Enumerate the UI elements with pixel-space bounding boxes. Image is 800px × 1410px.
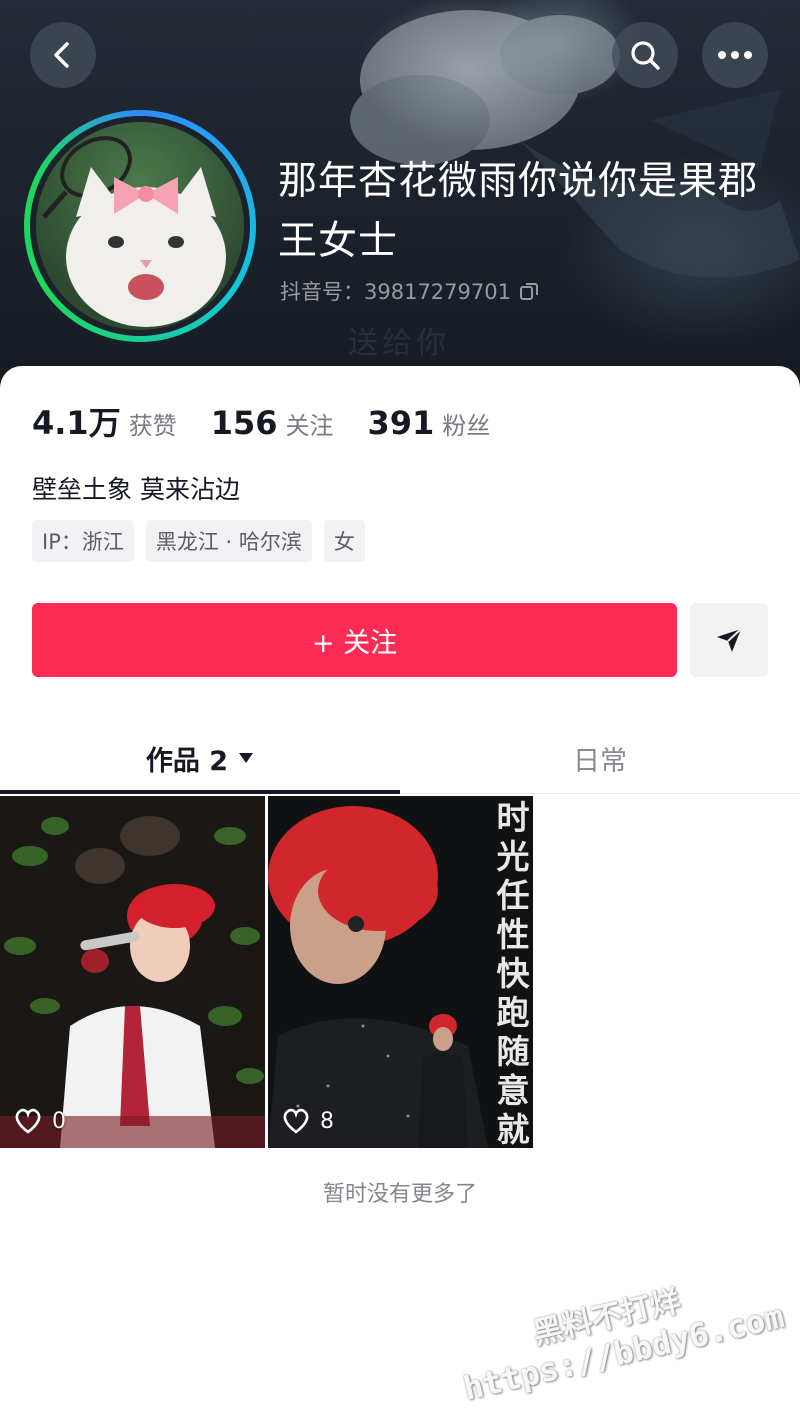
stat-likes-value: 4.1万 [32,404,121,442]
city-tag: 黑龙江 · 哈尔滨 [145,520,312,562]
video-grid: 0 时光任性快跑随意就转 [0,796,800,1148]
tab-works-label: 作品 2 [145,745,229,777]
tab-daily[interactable]: 日常 [400,722,800,794]
heart-icon [15,1108,41,1134]
stat-likes[interactable]: 4.1万 获赞 [32,398,177,444]
stats-row: 4.1万 获赞 156 关注 391 粉丝 [32,398,524,444]
caret-down-icon [239,753,254,763]
search-button[interactable] [612,22,678,88]
ip-location-tag: IP：浙江 [32,520,134,562]
profile-banner: 送给你 那年杏花微雨你说你是果郡王女士 抖音号：39817279701 [0,0,800,400]
tag-list: IP：浙江 黑龙江 · 哈尔滨 女 [32,520,365,562]
stat-following-label: 关注 [285,412,334,440]
avatar-ring[interactable] [24,110,256,342]
cat-avatar-image [42,136,226,327]
video-thumbnail-image [268,796,533,1148]
back-button[interactable] [30,22,96,88]
video-tile[interactable]: 0 [0,796,265,1148]
banner-background-text: 送给你 [348,326,450,361]
no-more-content-text: 暂时没有更多了 [322,1182,477,1207]
search-icon [631,41,660,70]
video-likes-count: 8 [320,1108,334,1134]
douyin-id[interactable]: 抖音号：39817279701 [280,276,539,306]
content-tabs: 作品 2 日常 [0,722,800,794]
more-dots-icon [718,51,752,59]
gender-tag: 女 [323,520,365,562]
douyin-id-text: 抖音号：39817279701 [280,280,511,304]
follow-button[interactable]: + 关注 [32,603,677,677]
avatar [36,122,244,330]
stat-followers[interactable]: 391 粉丝 [368,404,491,442]
video-likes: 8 [282,1108,334,1134]
copy-icon[interactable] [519,281,539,301]
stat-followers-label: 粉丝 [442,412,491,440]
video-tile[interactable]: 时光任性快跑随意就转 8 [268,796,533,1148]
profile-card: 4.1万 获赞 156 关注 391 粉丝 壁垒土象 莫来沾边 IP：浙江 黑龙… [0,366,800,1410]
tab-daily-label: 日常 [573,745,627,777]
stat-followers-value: 391 [367,404,435,442]
stat-following[interactable]: 156 关注 [211,404,334,442]
send-icon [717,628,742,652]
stat-likes-label: 获赞 [128,412,177,440]
profile-name: 那年杏花微雨你说你是果郡王女士 [278,159,759,264]
video-likes: 0 [14,1108,66,1134]
stat-following-value: 156 [210,404,278,442]
more-button[interactable] [702,22,768,88]
bio-text: 壁垒土象 莫来沾边 [32,475,240,504]
share-button[interactable] [690,603,768,677]
chevron-left-icon [54,42,69,68]
heart-icon [283,1108,309,1134]
video-likes-count: 0 [52,1108,66,1134]
active-tab-indicator [0,790,400,794]
follow-button-label: + 关注 [311,627,398,659]
tab-works[interactable]: 作品 2 [0,722,400,794]
video-overlay-text: 时光任性快跑随意就转 [496,798,530,1148]
video-thumbnail-image [0,796,265,1148]
